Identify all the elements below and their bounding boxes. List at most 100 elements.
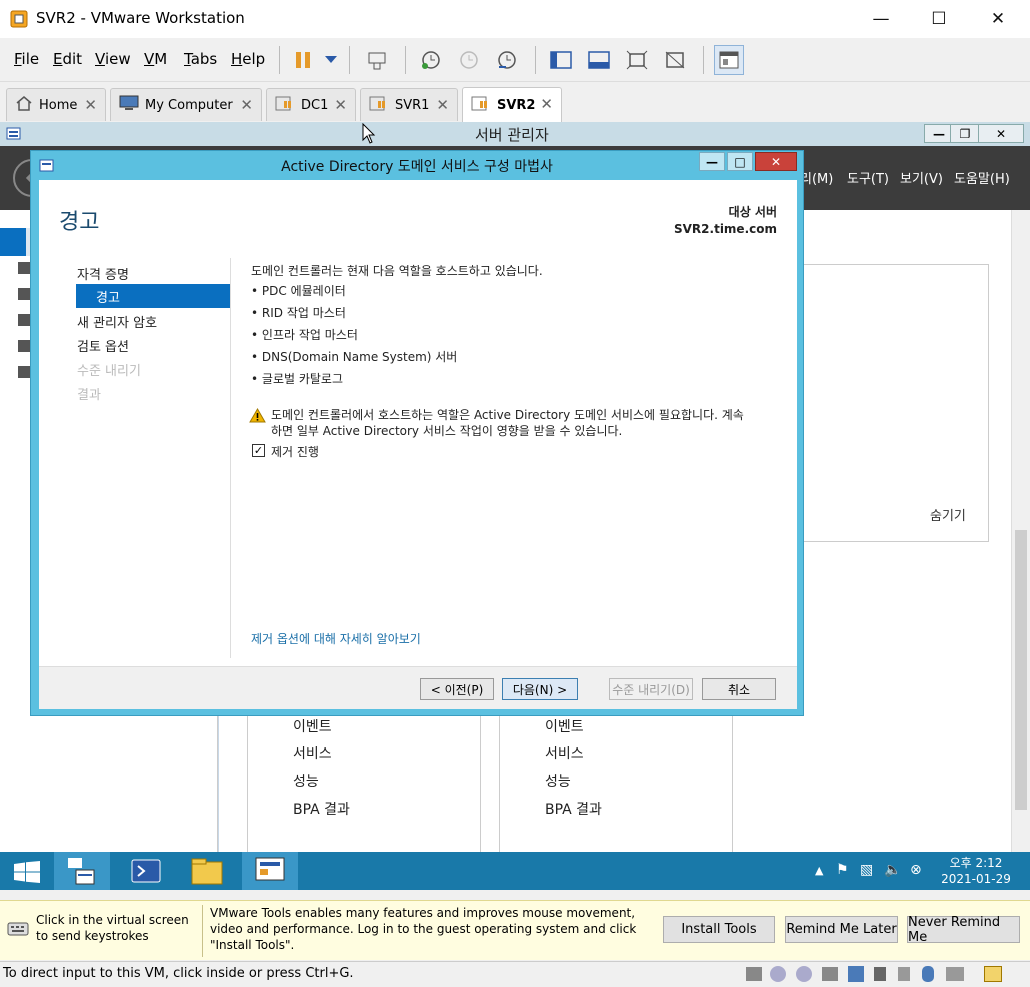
pause-icon[interactable]: [290, 47, 316, 73]
sm-menu-tools[interactable]: 도구(T): [847, 168, 889, 187]
wizard-maximize-button[interactable]: □: [727, 152, 753, 171]
roles-list: • PDC 에뮬레이터 • RID 작업 마스터 • 인프라 작업 마스터 • …: [251, 280, 457, 390]
full-screen-icon[interactable]: [624, 47, 650, 73]
wizard-titlebar: Active Directory 도메인 서비스 구성 마법사 — □ ✕: [31, 151, 803, 179]
demote-button: 수준 내리기(D): [609, 678, 693, 700]
windows-start-icon[interactable]: [14, 861, 40, 887]
printer-icon[interactable]: [822, 967, 838, 981]
snapshot-take-icon[interactable]: [418, 47, 444, 73]
never-remind-button[interactable]: Never Remind Me: [907, 915, 1020, 945]
tab-my-computer[interactable]: My Computer ✕: [110, 88, 262, 121]
snapshot-revert-icon[interactable]: [456, 47, 482, 73]
all-servers-icon[interactable]: [18, 288, 30, 300]
unity-icon[interactable]: [662, 47, 688, 73]
network-icon[interactable]: ▧: [860, 862, 873, 878]
nav-new-admin-password[interactable]: 새 관리자 암호: [77, 312, 157, 331]
menu-file[interactable]: File: [14, 50, 39, 68]
tab-close-icon[interactable]: ✕: [240, 96, 253, 114]
sm-close-button[interactable]: ✕: [978, 124, 1024, 143]
hide-link[interactable]: 숨기기: [930, 505, 966, 524]
menu-edit[interactable]: Edit: [53, 50, 82, 68]
dns-icon[interactable]: [18, 340, 30, 352]
mouse-cursor-icon: [362, 122, 376, 149]
clock[interactable]: 오후 2:12 2021-01-29: [936, 855, 1016, 887]
tile-item-performance[interactable]: 성능: [293, 771, 319, 791]
next-button[interactable]: 다음(N) >: [502, 678, 578, 700]
tab-close-icon[interactable]: ✕: [436, 96, 449, 114]
tab-close-icon[interactable]: ✕: [334, 96, 347, 114]
tab-close-icon[interactable]: ✕: [84, 96, 97, 114]
tile-item-services[interactable]: 서비스: [545, 743, 584, 763]
sm-menu-view[interactable]: 보기(V): [900, 168, 943, 187]
learn-more-link[interactable]: 제거 옵션에 대해 자세히 알아보기: [251, 630, 421, 647]
close-button[interactable]: ✕: [975, 4, 1021, 34]
taskbar-powershell-icon[interactable]: [118, 852, 174, 890]
warning-icon: [249, 407, 266, 427]
nav-review-options[interactable]: 검토 옵션: [77, 336, 129, 355]
tools-message: VMware Tools enables many features and i…: [210, 906, 637, 952]
bluetooth-icon[interactable]: [922, 966, 934, 982]
flag-icon[interactable]: ⚑: [836, 862, 849, 878]
wizard-minimize-button[interactable]: —: [699, 152, 725, 171]
sm-scrollbar[interactable]: [1011, 210, 1030, 852]
ad-ds-icon[interactable]: [18, 314, 30, 326]
tab-home[interactable]: Home ✕: [6, 88, 106, 121]
taskbar-explorer-icon[interactable]: [180, 852, 236, 890]
volume-icon[interactable]: 🔈: [884, 862, 901, 878]
taskbar-wizard-icon[interactable]: [242, 852, 298, 890]
tab-svr2[interactable]: SVR2 ✕: [462, 87, 562, 122]
maximize-button[interactable]: ☐: [916, 4, 962, 34]
thumbnail-bar-icon[interactable]: [586, 47, 612, 73]
wizard-footer: < 이전(P) 다음(N) > 수준 내리기(D) 취소: [39, 666, 797, 709]
sm-restore-button[interactable]: ❐: [950, 124, 980, 143]
file-services-icon[interactable]: [18, 366, 30, 378]
sm-menu-manage[interactable]: 리(M): [800, 168, 833, 187]
tile-item-services[interactable]: 서비스: [293, 743, 332, 763]
network-adapter-icon[interactable]: [848, 966, 864, 982]
sound-card-icon[interactable]: [898, 967, 910, 981]
power-dropdown-icon[interactable]: [318, 47, 344, 73]
scrollbar-thumb[interactable]: [1015, 530, 1027, 810]
menu-help[interactable]: Help: [231, 50, 265, 68]
wizard-close-button[interactable]: ✕: [755, 152, 797, 171]
snapshot-manager-icon[interactable]: [494, 47, 520, 73]
cd-icon[interactable]: [796, 966, 812, 982]
tab-close-icon[interactable]: ✕: [540, 95, 553, 113]
taskbar-server-manager[interactable]: [54, 852, 110, 890]
tile-item-events[interactable]: 이벤트: [545, 716, 584, 736]
list-item: • 글로벌 카탈로그: [251, 372, 344, 386]
sm-menu-help[interactable]: 도움말(H): [954, 168, 1010, 187]
proceed-removal-label[interactable]: 제거 진행: [271, 443, 319, 460]
tile-item-bpa[interactable]: BPA 결과: [293, 799, 350, 819]
remind-later-button[interactable]: Remind Me Later: [785, 916, 898, 943]
keyboard-icon: [7, 919, 29, 943]
tray-expand-icon[interactable]: ▲: [815, 864, 823, 877]
send-ctrl-alt-del-icon[interactable]: [364, 47, 390, 73]
install-tools-button[interactable]: Install Tools: [663, 916, 775, 943]
proceed-removal-checkbox[interactable]: ✓: [252, 444, 265, 457]
tab-svr1[interactable]: SVR1 ✕: [360, 88, 458, 121]
list-item: • PDC 에뮬레이터: [251, 284, 346, 298]
list-item: • 인프라 작업 마스터: [251, 328, 358, 342]
console-view-icon[interactable]: [714, 45, 744, 75]
notification-icon[interactable]: ⊗: [910, 862, 922, 878]
show-library-icon[interactable]: [548, 47, 574, 73]
cd-icon[interactable]: [770, 966, 786, 982]
prev-button[interactable]: < 이전(P): [420, 678, 494, 700]
menu-vm[interactable]: VM: [144, 50, 167, 68]
menu-tabs[interactable]: Tabs: [184, 50, 217, 68]
hdd-icon[interactable]: [746, 967, 762, 981]
menu-view[interactable]: View: [95, 50, 131, 68]
local-server-icon[interactable]: [18, 262, 30, 274]
minimize-button[interactable]: —: [858, 4, 904, 34]
cancel-button[interactable]: 취소: [702, 678, 776, 700]
nav-warning[interactable]: 경고: [76, 284, 230, 308]
usb-icon[interactable]: [874, 967, 886, 981]
tile-item-bpa[interactable]: BPA 결과: [545, 799, 602, 819]
tile-item-events[interactable]: 이벤트: [293, 716, 332, 736]
message-log-icon[interactable]: [984, 966, 1002, 982]
nav-credentials[interactable]: 자격 증명: [77, 264, 129, 283]
tile-item-performance[interactable]: 성능: [545, 771, 571, 791]
tab-dc1[interactable]: DC1 ✕: [266, 88, 356, 121]
display-icon[interactable]: [946, 967, 964, 981]
